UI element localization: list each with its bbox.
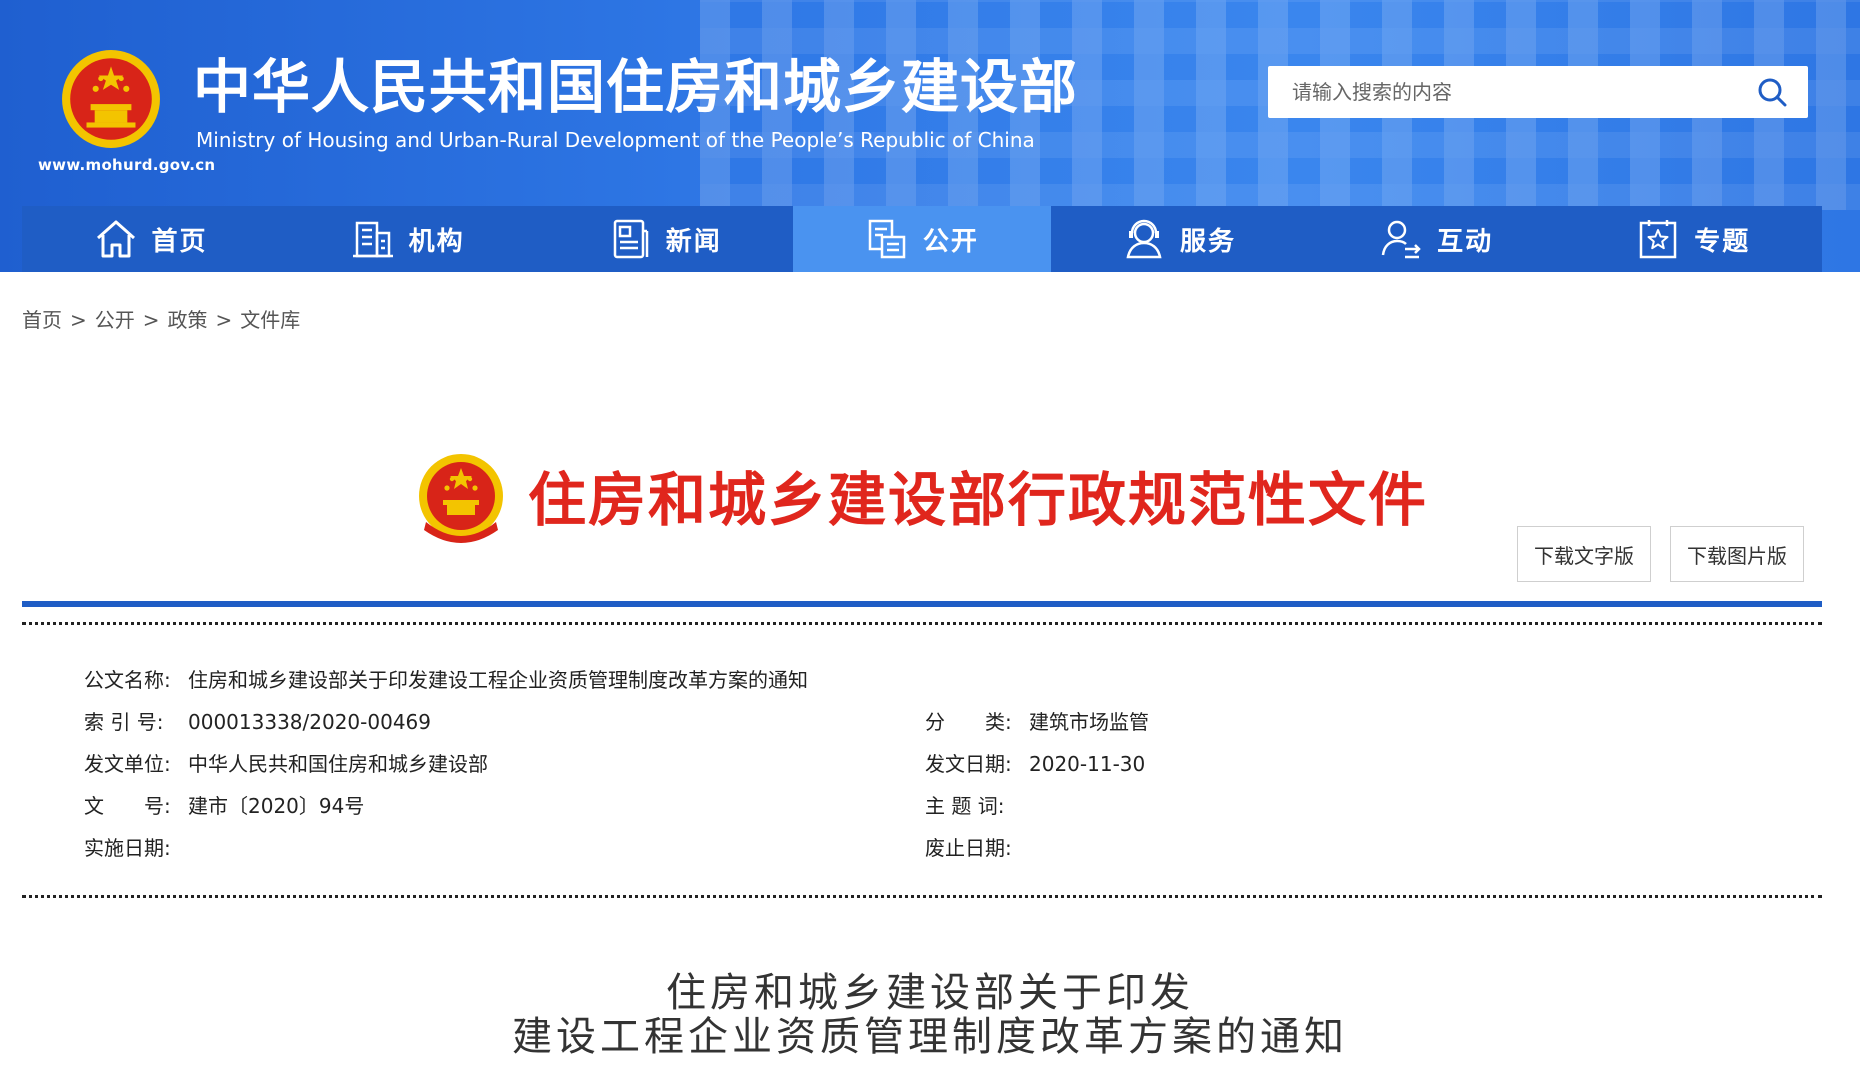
meta-expiry-date: 废止日期: (925, 832, 1029, 861)
breadcrumb-policy[interactable]: 政策 (168, 308, 208, 332)
breadcrumb-separator: > (142, 308, 160, 332)
meta-label: 主 题 词: (925, 794, 1005, 818)
download-image-button[interactable]: 下载图片版 (1670, 526, 1804, 582)
nav-label: 互动 (1437, 226, 1494, 257)
meta-value: 000013338/2020-00469 (188, 710, 431, 734)
meta-label: 公文名称: (84, 668, 171, 692)
meta-effective-date: 实施日期: (84, 832, 188, 861)
main-nav: 首页 机构 新闻 公开 服务 互动 专题 (22, 206, 1822, 272)
site-subtitle: Ministry of Housing and Urban-Rural Deve… (196, 128, 1035, 152)
nav-item-home[interactable]: 首页 (22, 206, 279, 272)
meta-label: 文 号: (84, 794, 171, 818)
meta-doc-name: 公文名称: 住房和城乡建设部关于印发建设工程企业资质管理制度改革方案的通知 (84, 664, 808, 693)
nav-label: 专题 (1694, 226, 1751, 257)
topic-star-icon (1640, 220, 1677, 259)
meta-category: 分 类: 建筑市场监管 (925, 706, 1149, 735)
nav-item-service[interactable]: 服务 (1051, 206, 1308, 272)
meta-subject: 主 题 词: (925, 790, 1029, 819)
nav-item-open[interactable]: 公开 (793, 206, 1051, 272)
meta-value: 建筑市场监管 (1029, 710, 1149, 734)
meta-label: 分 类: (925, 710, 1012, 734)
national-emblem-icon (419, 454, 503, 543)
nav-item-topics[interactable]: 专题 (1565, 206, 1822, 272)
meta-issue-date: 发文日期: 2020-11-30 (925, 748, 1145, 777)
breadcrumb-separator: > (70, 308, 87, 332)
search-icon[interactable] (1756, 76, 1788, 108)
meta-index-number: 索 引 号: 000013338/2020-00469 (84, 706, 431, 735)
news-icon (613, 219, 649, 259)
nav-item-news[interactable]: 新闻 (536, 206, 793, 272)
nav-label: 首页 (151, 226, 208, 257)
download-text-button[interactable]: 下载文字版 (1517, 526, 1651, 582)
meta-label: 废止日期: (925, 836, 1012, 860)
site-url: www.mohurd.gov.cn (38, 156, 216, 174)
home-icon (96, 220, 135, 258)
nav-label: 机构 (408, 226, 465, 257)
meta-value: 2020-11-30 (1029, 752, 1146, 776)
building-icon (352, 221, 393, 258)
meta-value: 中华人民共和国住房和城乡建设部 (188, 752, 488, 776)
meta-value: 住房和城乡建设部关于印发建设工程企业资质管理制度改革方案的通知 (188, 668, 808, 692)
nav-label: 新闻 (665, 226, 722, 257)
meta-label: 发文单位: (84, 752, 171, 776)
divider-dotted-bottom (22, 895, 1822, 898)
national-emblem-icon (62, 50, 160, 148)
interaction-user-icon (1381, 220, 1421, 259)
site-title: 中华人民共和国住房和城乡建设部 (193, 53, 1079, 121)
divider-dotted-top (22, 622, 1822, 625)
breadcrumb-separator: > (215, 308, 233, 332)
meta-issuer: 发文单位: 中华人民共和国住房和城乡建设部 (84, 748, 488, 777)
meta-label: 发文日期: (925, 752, 1012, 776)
breadcrumb-file-library[interactable]: 文件库 (240, 308, 300, 332)
divider-blue (22, 601, 1822, 607)
nav-item-organization[interactable]: 机构 (279, 206, 536, 272)
meta-doc-number: 文 号: 建市〔2020〕94号 (84, 790, 364, 819)
breadcrumb-home[interactable]: 首页 (22, 308, 62, 332)
search-input[interactable] (1268, 66, 1752, 118)
notice-title-line2: 建设工程企业资质管理制度改革方案的通知 (512, 1014, 1348, 1060)
meta-label: 索 引 号: (84, 710, 164, 734)
nav-label: 服务 (1180, 226, 1237, 257)
doc-heading: 住房和城乡建设部行政规范性文件 (528, 466, 1429, 534)
search-box (1268, 66, 1808, 118)
breadcrumb: 首页 > 公开 > 政策 > 文件库 (22, 304, 300, 333)
meta-label: 实施日期: (84, 836, 171, 860)
nav-label: 公开 (922, 226, 979, 257)
meta-value: 建市〔2020〕94号 (188, 794, 365, 818)
notice-title-line1: 住房和城乡建设部关于印发 (666, 970, 1194, 1016)
breadcrumb-open[interactable]: 公开 (95, 308, 135, 332)
nav-item-interaction[interactable]: 互动 (1308, 206, 1565, 272)
service-person-icon (1126, 219, 1162, 259)
open-files-icon (868, 219, 906, 259)
